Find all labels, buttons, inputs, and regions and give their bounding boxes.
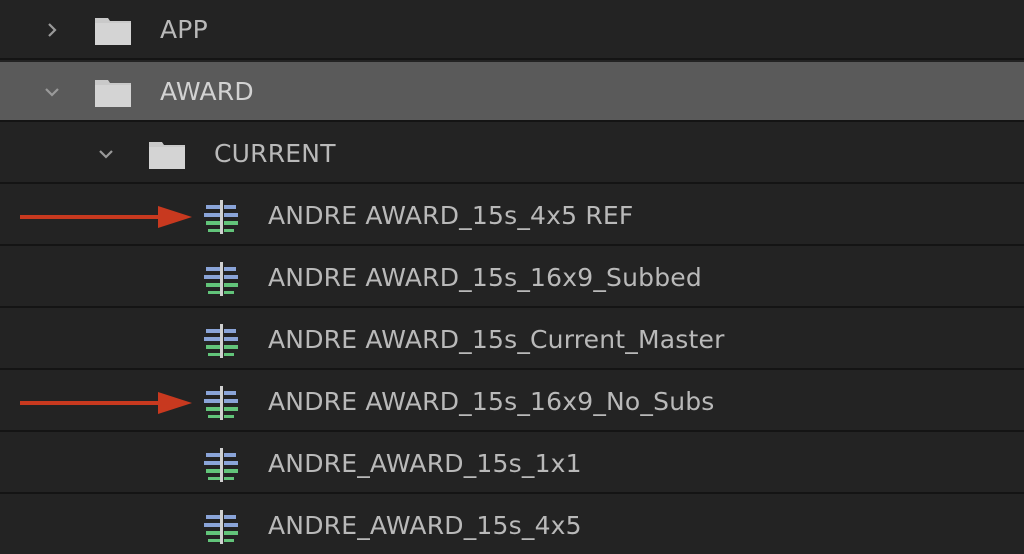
sequence-icon (204, 262, 238, 296)
folder-icon (95, 18, 131, 45)
chevron-down-icon[interactable] (94, 142, 118, 166)
bin-row-app[interactable]: APP (0, 0, 1024, 60)
sequence-label: ANDRE_AWARD_15s_4x5 (268, 511, 582, 540)
sequence-row[interactable]: ANDRE AWARD_15s_16x9_Subbed (0, 248, 1024, 308)
folder-icon (149, 142, 185, 169)
folder-icon (95, 80, 131, 107)
project-panel: APP AWARD CURRENT ANDRE AWARD_15s_4x5 RE… (0, 0, 1024, 554)
sequence-icon (204, 386, 238, 420)
sequence-row[interactable]: ANDRE_AWARD_15s_1x1 (0, 434, 1024, 494)
sequence-row[interactable]: ANDRE_AWARD_15s_4x5 (0, 496, 1024, 554)
annotation-arrow-icon (20, 392, 192, 414)
sequence-icon (204, 448, 238, 482)
bin-label: AWARD (160, 77, 254, 106)
bin-row-award[interactable]: AWARD (0, 62, 1024, 122)
sequence-label: ANDRE_AWARD_15s_1x1 (268, 449, 582, 478)
bin-row-current[interactable]: CURRENT (0, 124, 1024, 184)
sequence-icon (204, 510, 238, 544)
sequence-icon (204, 324, 238, 358)
chevron-right-icon[interactable] (40, 18, 64, 42)
sequence-label: ANDRE AWARD_15s_16x9_Subbed (268, 263, 702, 292)
sequence-icon (204, 200, 238, 234)
sequence-row[interactable]: ANDRE AWARD_15s_Current_Master (0, 310, 1024, 370)
sequence-label: ANDRE AWARD_15s_Current_Master (268, 325, 725, 354)
sequence-row[interactable]: ANDRE AWARD_15s_4x5 REF (0, 186, 1024, 246)
sequence-row[interactable]: ANDRE AWARD_15s_16x9_No_Subs (0, 372, 1024, 432)
sequence-label: ANDRE AWARD_15s_4x5 REF (268, 201, 634, 230)
chevron-down-icon[interactable] (40, 80, 64, 104)
annotation-arrow-icon (20, 206, 192, 228)
bin-label: APP (160, 15, 208, 44)
sequence-label: ANDRE AWARD_15s_16x9_No_Subs (268, 387, 715, 416)
bin-label: CURRENT (214, 139, 336, 168)
